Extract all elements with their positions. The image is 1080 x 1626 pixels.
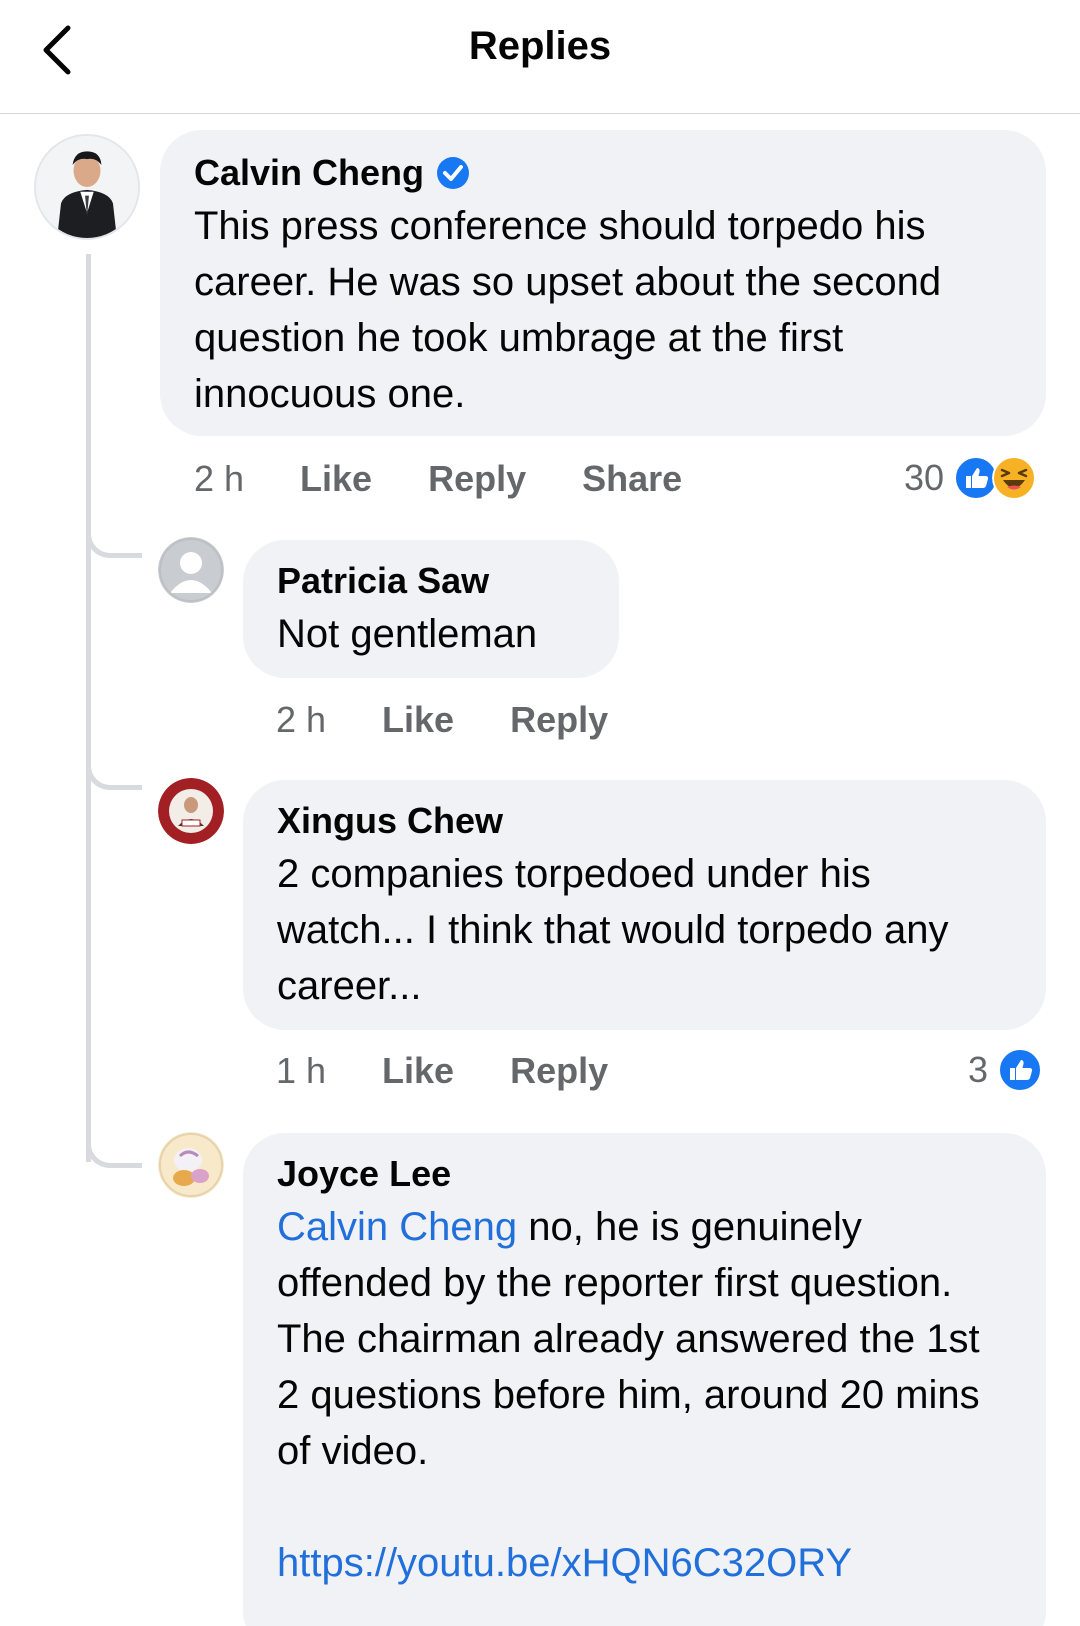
avatar[interactable] bbox=[34, 134, 140, 240]
thread-branch bbox=[86, 760, 142, 790]
profile-photo-icon bbox=[158, 778, 224, 844]
avatar[interactable] bbox=[158, 1132, 224, 1198]
author-name[interactable]: Xingus Chew bbox=[277, 800, 503, 842]
avatar[interactable] bbox=[158, 537, 224, 603]
profile-photo-icon bbox=[158, 1132, 224, 1198]
comment-time[interactable]: 2 h bbox=[276, 699, 326, 741]
reply-button[interactable]: Reply bbox=[428, 458, 526, 500]
comment-actions: 2 h Like Reply Share bbox=[194, 458, 738, 500]
reaction-count: 3 bbox=[968, 1049, 989, 1090]
like-icon bbox=[998, 1048, 1043, 1092]
thread-branch bbox=[86, 528, 142, 558]
reaction-count: 30 bbox=[904, 457, 945, 498]
like-button[interactable]: Like bbox=[300, 458, 372, 500]
header-bar: Replies bbox=[0, 0, 1080, 114]
avatar[interactable] bbox=[158, 778, 224, 844]
like-button[interactable]: Like bbox=[382, 1050, 454, 1092]
youtube-link[interactable]: https://youtu.be/xHQN6C32ORY bbox=[277, 1541, 852, 1585]
comment-text: Calvin Cheng no, he is genuinely offende… bbox=[277, 1199, 1012, 1479]
replies-screen: Replies Calvin Cheng This press conferen… bbox=[0, 0, 1080, 1626]
comment-author[interactable]: Patricia Saw bbox=[277, 560, 585, 602]
haha-icon bbox=[992, 456, 1037, 500]
verified-badge-icon bbox=[437, 157, 470, 189]
profile-photo-icon bbox=[36, 136, 138, 238]
like-button[interactable]: Like bbox=[382, 699, 454, 741]
comment-text: 2 companies torpedoed under his watch...… bbox=[277, 852, 949, 1008]
comment-bubble: Patricia Saw Not gentleman bbox=[243, 540, 619, 678]
mention-link[interactable]: Calvin Cheng bbox=[277, 1205, 517, 1249]
default-avatar-icon bbox=[158, 537, 224, 603]
comment-bubble: Calvin Cheng This press conference shoul… bbox=[160, 130, 1046, 436]
comment-time[interactable]: 1 h bbox=[276, 1050, 326, 1092]
comment-text: Not gentleman bbox=[277, 612, 538, 656]
comment-bubble: Xingus Chew 2 companies torpedoed under … bbox=[243, 780, 1046, 1030]
thread-line bbox=[86, 254, 91, 1162]
author-name[interactable]: Patricia Saw bbox=[277, 560, 489, 602]
comment-link-line: https://youtu.be/xHQN6C32ORY bbox=[277, 1535, 1012, 1591]
comment-author[interactable]: Calvin Cheng bbox=[194, 152, 1012, 194]
reaction-summary[interactable]: 30 bbox=[904, 456, 1037, 500]
comment-actions: 1 h Like Reply bbox=[276, 1050, 664, 1092]
reaction-summary[interactable]: 3 bbox=[968, 1048, 1043, 1092]
comment-time[interactable]: 2 h bbox=[194, 458, 244, 500]
reply-button[interactable]: Reply bbox=[510, 1050, 608, 1092]
author-name[interactable]: Calvin Cheng bbox=[194, 152, 424, 194]
comment-actions: 2 h Like Reply bbox=[276, 699, 664, 741]
share-button[interactable]: Share bbox=[582, 458, 682, 500]
comment-author[interactable]: Joyce Lee bbox=[277, 1153, 1012, 1195]
author-name[interactable]: Joyce Lee bbox=[277, 1153, 451, 1195]
reply-button[interactable]: Reply bbox=[510, 699, 608, 741]
comment-bubble: Joyce Lee Calvin Cheng no, he is genuine… bbox=[243, 1133, 1046, 1626]
comment-author[interactable]: Xingus Chew bbox=[277, 800, 1012, 842]
comment-text: This press conference should torpedo his… bbox=[194, 204, 942, 416]
thread-branch bbox=[86, 1138, 142, 1168]
page-title: Replies bbox=[468, 24, 612, 68]
